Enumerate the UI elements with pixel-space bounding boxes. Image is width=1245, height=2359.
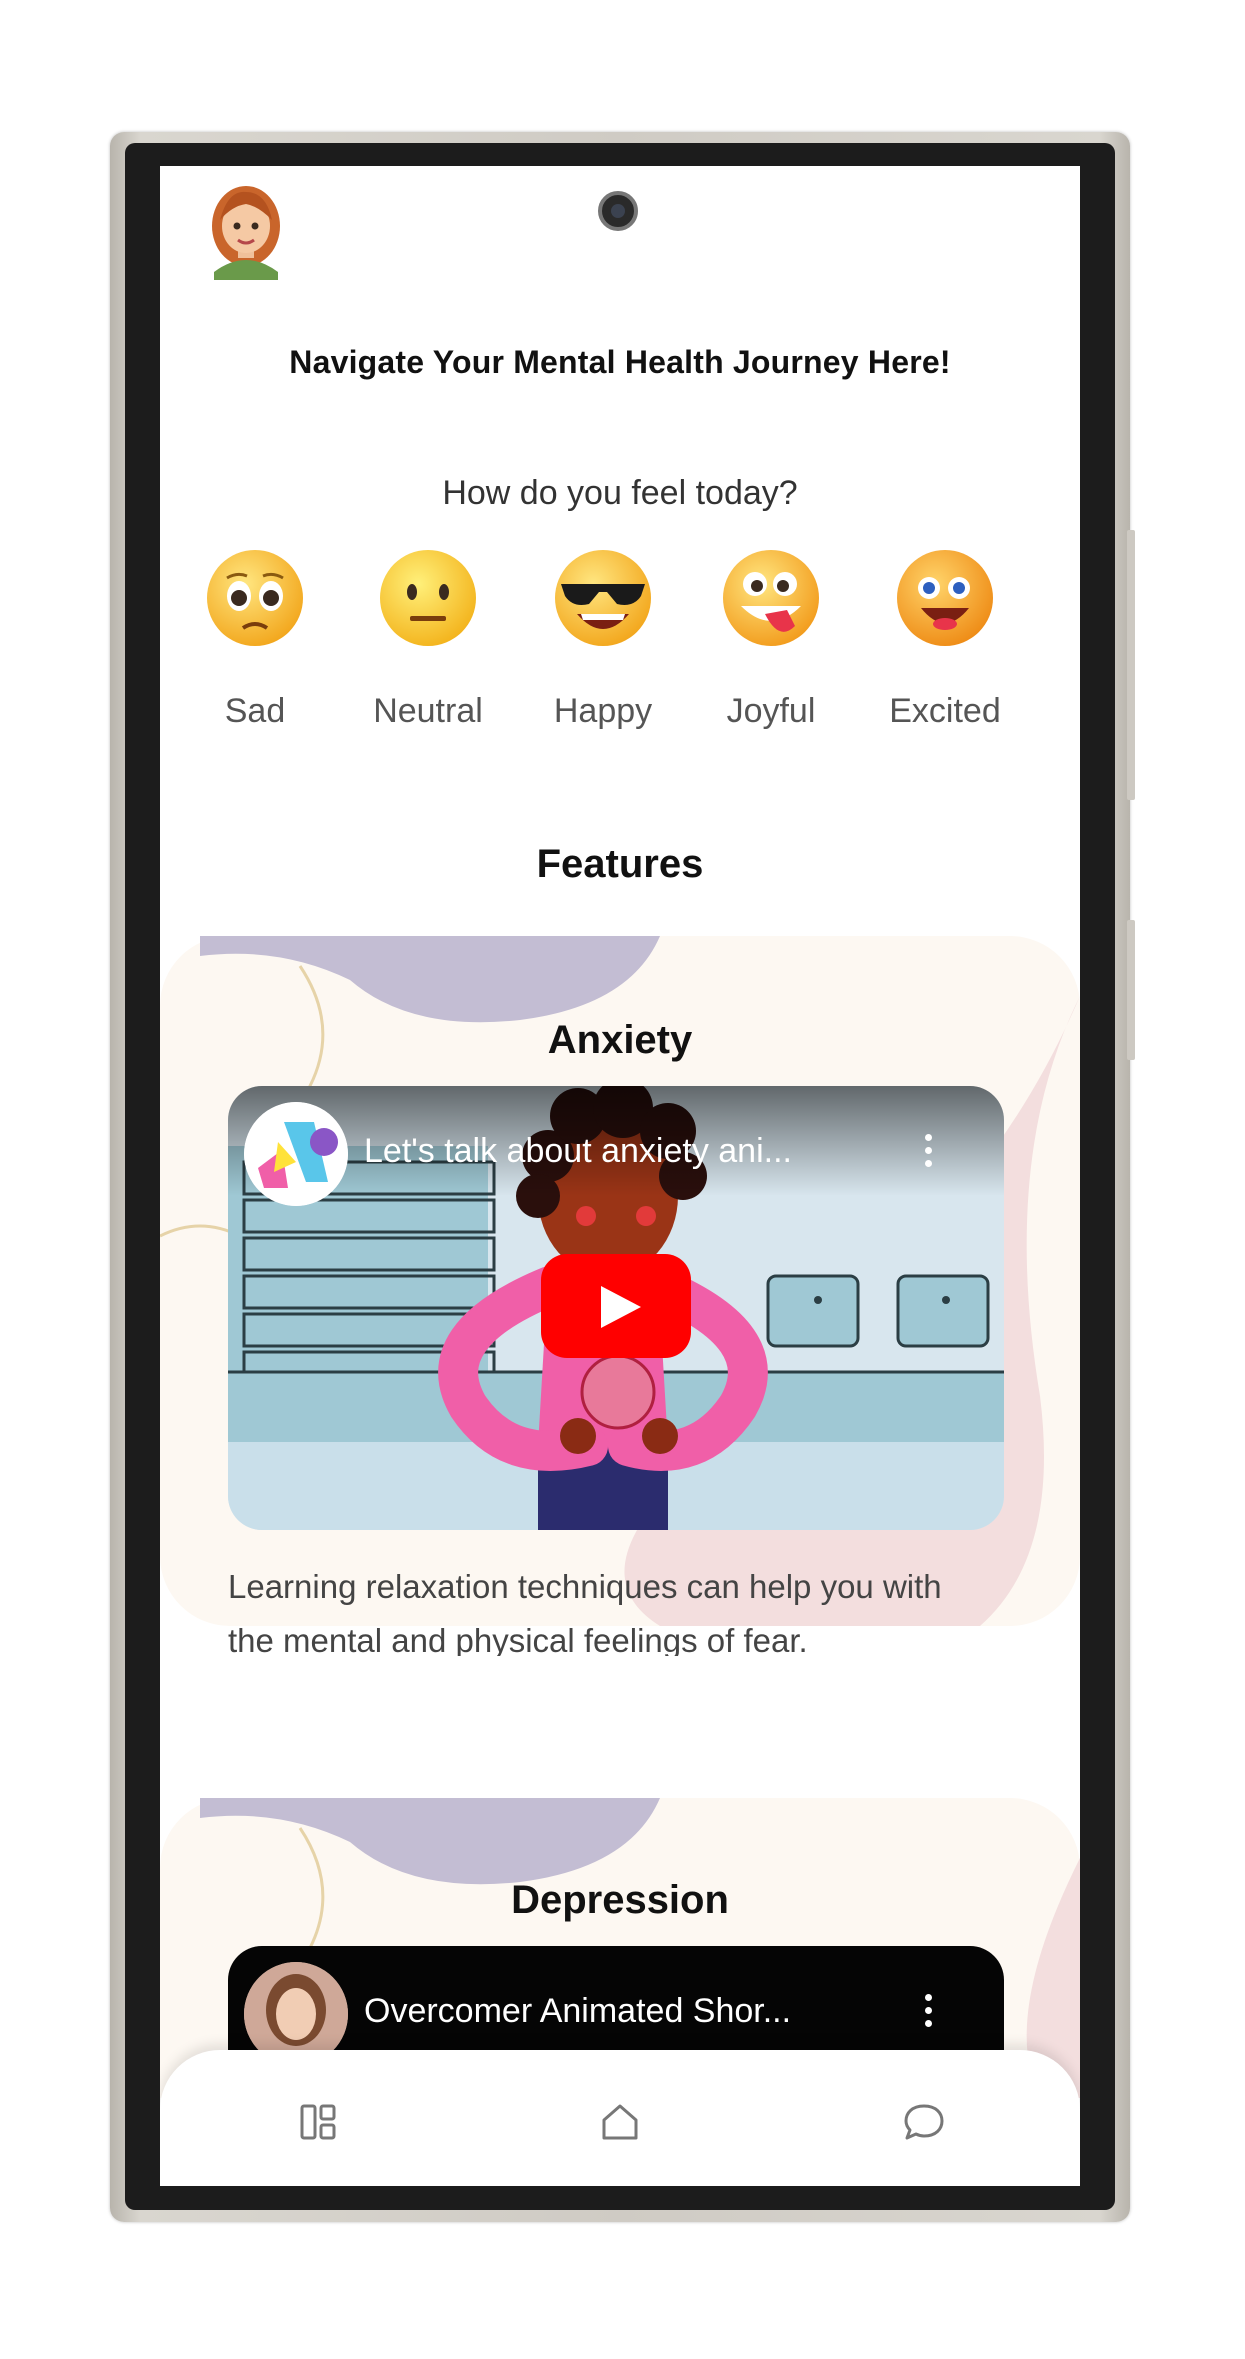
mood-label: Happy (553, 692, 653, 730)
sunglasses-emoji-icon (555, 550, 651, 646)
more-options-icon[interactable] (922, 1134, 934, 1174)
excited-emoji-icon (897, 550, 993, 646)
video-player[interactable]: Let's talk about anxiety ani... (228, 1086, 1004, 1530)
mood-prompt: How do you feel today? (442, 474, 798, 512)
video-title[interactable]: Let's talk about anxiety ani... (364, 1132, 864, 1171)
feature-card-anxiety: Anxiety Let's talk about anxiety ani... … (160, 936, 1080, 1656)
sad-emoji-icon (207, 550, 303, 646)
mood-option-sad[interactable]: Sad (170, 546, 340, 731)
mood-label: Joyful (726, 692, 816, 730)
mood-selector: Sad Neutral Happy Joyful Excited (160, 546, 1080, 746)
avatar[interactable] (206, 180, 286, 280)
chat-icon (904, 2104, 944, 2140)
mood-option-joyful[interactable]: Joyful (686, 546, 856, 731)
video-title[interactable]: Overcomer Animated Shor... (364, 1992, 864, 2031)
volume-button (1127, 530, 1135, 800)
card-title: Anxiety (547, 1018, 693, 1062)
mood-option-excited[interactable]: Excited (860, 546, 1030, 731)
page-title: Navigate Your Mental Health Journey Here… (289, 344, 951, 380)
app-screen: Navigate Your Mental Health Journey Here… (160, 166, 1080, 2186)
more-options-icon[interactable] (922, 1994, 934, 2034)
nav-home-button[interactable] (590, 2092, 650, 2152)
tongue-emoji-icon (723, 550, 819, 646)
mood-label: Neutral (373, 692, 483, 730)
bottom-navigation (160, 2050, 1080, 2186)
home-icon (602, 2104, 638, 2140)
nav-chat-button[interactable] (894, 2092, 954, 2152)
mood-label: Sad (224, 692, 286, 730)
nav-dashboard-button[interactable] (288, 2092, 348, 2152)
front-camera (598, 191, 638, 231)
dashboard-icon (300, 2104, 336, 2140)
mood-option-neutral[interactable]: Neutral (343, 546, 513, 731)
features-title: Features (536, 842, 704, 886)
neutral-emoji-icon (380, 550, 476, 646)
power-button (1127, 920, 1135, 1060)
play-button-icon[interactable] (541, 1254, 691, 1358)
card-title: Depression (511, 1878, 729, 1922)
mood-label: Excited (889, 692, 1001, 730)
channel-logo[interactable] (244, 1102, 348, 1206)
card-description: Learning relaxation techniques can help … (228, 1568, 942, 1656)
mood-option-happy[interactable]: Happy (518, 546, 688, 731)
channel-logo-icon (244, 1102, 348, 1206)
